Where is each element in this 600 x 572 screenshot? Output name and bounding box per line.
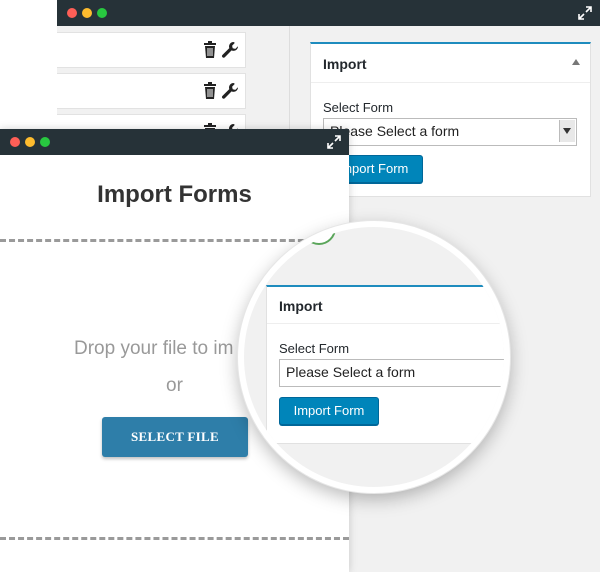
maximize-window-button[interactable]	[40, 137, 50, 147]
expand-icon[interactable]	[578, 6, 592, 20]
list-item	[57, 32, 246, 68]
panel-title: Import	[323, 56, 367, 72]
titlebar	[0, 129, 349, 155]
maximize-window-button[interactable]	[97, 8, 107, 18]
magnified-import-panel: Import Select Form Please Select a form …	[266, 285, 504, 444]
select-value: Please Select a form	[330, 123, 460, 139]
panel-header[interactable]: Import	[311, 44, 590, 83]
dropzone-bottom-border	[0, 537, 349, 540]
select-file-button[interactable]: SELECT FILE	[102, 417, 248, 457]
minimize-window-button[interactable]	[25, 137, 35, 147]
select-form-dropdown[interactable]: Please Select a form	[279, 359, 504, 387]
close-window-button[interactable]	[10, 137, 20, 147]
titlebar	[57, 0, 600, 26]
wrench-icon[interactable]	[221, 82, 239, 100]
dropzone-text: Drop your file to im	[74, 338, 234, 359]
wrench-icon[interactable]	[221, 41, 239, 59]
trash-icon[interactable]	[203, 82, 217, 100]
collapse-arrow-icon[interactable]	[572, 59, 580, 65]
select-form-label: Select Form	[323, 100, 394, 115]
trash-icon[interactable]	[203, 41, 217, 59]
chevron-down-icon[interactable]	[559, 120, 575, 142]
expand-icon[interactable]	[327, 135, 341, 149]
close-window-button[interactable]	[67, 8, 77, 18]
list-item	[57, 73, 246, 109]
panel-title: Import	[279, 298, 323, 314]
select-form-dropdown[interactable]: Please Select a form	[323, 118, 577, 146]
magnified-area: Import Select Form Please Select a form …	[244, 227, 504, 487]
select-value: Please Select a form	[286, 364, 416, 380]
import-form-button[interactable]: Import Form	[279, 397, 379, 425]
import-panel: Import Select Form Please Select a form …	[310, 42, 591, 197]
panel-header: Import	[267, 287, 504, 324]
select-form-label: Select Form	[279, 341, 350, 356]
minimize-window-button[interactable]	[82, 8, 92, 18]
magnifier-lens: Import Select Form Please Select a form …	[238, 221, 510, 493]
page-title: Import Forms	[97, 181, 252, 208]
